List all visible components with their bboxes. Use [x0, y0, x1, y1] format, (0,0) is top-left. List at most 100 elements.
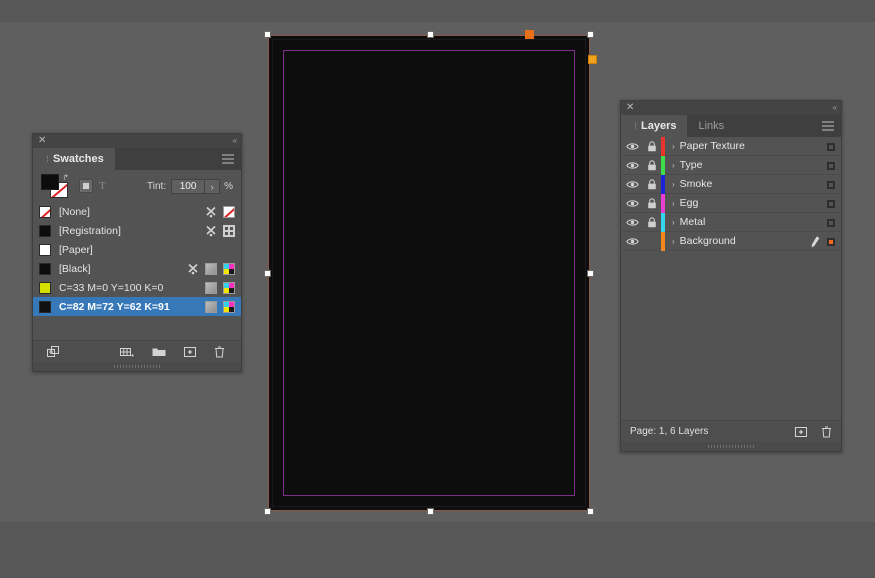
new-color-group-icon[interactable] — [120, 346, 134, 358]
chevron-right-icon[interactable]: › — [672, 180, 675, 189]
tint-dropdown-arrow-icon[interactable]: › — [205, 179, 221, 194]
chevron-right-icon[interactable]: › — [672, 218, 675, 227]
fill-stroke-proxy[interactable]: ↱ — [41, 173, 69, 198]
layer-target-indicator[interactable] — [827, 199, 835, 208]
swatches-panel-tabs[interactable]: ⋮ Swatches — [33, 148, 241, 170]
swatches-panel-resize-grip[interactable] — [33, 362, 241, 371]
new-swatch-icon[interactable] — [184, 346, 196, 358]
visibility-eye-icon[interactable] — [621, 161, 643, 170]
cmyk-process-color-icon[interactable] — [223, 281, 235, 294]
layers-footer-toolbar[interactable]: Page: 1, 6 Layers — [621, 420, 841, 442]
layers-panel[interactable]: ✕ « ⋮ Layers Links › Paper Texture › Type › S… — [620, 100, 842, 452]
swatch-row[interactable]: [Registration] — [33, 221, 241, 240]
selection-handle-bottom-right[interactable] — [587, 508, 594, 515]
tint-control[interactable]: Tint: 100 › % — [147, 179, 233, 194]
tab-links[interactable]: Links — [687, 115, 735, 137]
selection-handle-top-left[interactable] — [264, 31, 271, 38]
selection-handle-middle-left[interactable] — [264, 270, 271, 277]
layers-panel-resize-grip[interactable] — [621, 442, 841, 451]
layer-target-indicator[interactable] — [827, 237, 835, 246]
swatches-panel-titlebar[interactable]: ✕ « — [33, 134, 241, 148]
lock-closed-icon[interactable] — [643, 140, 661, 152]
swatch-color-chip[interactable] — [39, 243, 51, 256]
chevron-right-icon[interactable]: › — [672, 199, 675, 208]
lock-closed-icon[interactable] — [643, 178, 661, 190]
swatch-tool-icon[interactable] — [205, 225, 217, 237]
layers-panel-titlebar[interactable]: ✕ « — [621, 101, 841, 115]
layer-row[interactable]: › Paper Texture — [621, 137, 841, 156]
gradient-swatch-icon[interactable] — [205, 262, 217, 275]
swap-fill-stroke-icon[interactable]: ↱ — [62, 173, 69, 182]
gradient-swatch-icon[interactable] — [205, 300, 217, 313]
layer-target-indicator[interactable] — [827, 180, 835, 189]
delete-swatch-icon[interactable] — [214, 346, 225, 358]
swatch-row[interactable]: C=33 M=0 Y=100 K=0 — [33, 278, 241, 297]
swatch-row[interactable]: [Black] — [33, 259, 241, 278]
visibility-eye-icon[interactable] — [621, 218, 643, 227]
lock-closed-icon[interactable] — [643, 159, 661, 171]
tab-swatches[interactable]: ⋮ Swatches — [33, 148, 115, 170]
fill-swatch[interactable] — [41, 174, 59, 190]
pen-edit-icon[interactable] — [809, 235, 822, 248]
layer-target-indicator[interactable] — [827, 161, 835, 170]
visibility-eye-icon[interactable] — [621, 142, 643, 151]
visibility-eye-icon[interactable] — [621, 199, 643, 208]
swatch-row[interactable]: [None] — [33, 202, 241, 221]
swatch-color-chip[interactable] — [39, 224, 51, 237]
new-layer-icon[interactable] — [795, 426, 807, 438]
layer-row[interactable]: › Metal — [621, 212, 841, 232]
selection-handle-top-center[interactable] — [427, 31, 434, 38]
show-swatch-groups-icon[interactable] — [47, 345, 59, 358]
close-icon[interactable]: ✕ — [38, 136, 46, 146]
selection-handle-bottom-center[interactable] — [427, 508, 434, 515]
layer-row[interactable]: › Background — [621, 231, 841, 251]
cmyk-process-color-icon[interactable] — [223, 262, 235, 275]
new-swatch-folder-icon[interactable] — [152, 346, 166, 357]
swatch-color-chip[interactable] — [39, 205, 51, 218]
selection-handle-middle-right[interactable] — [587, 270, 594, 277]
chevron-right-icon[interactable]: › — [672, 161, 675, 170]
layer-row[interactable]: › Egg — [621, 193, 841, 213]
swatches-controls-row[interactable]: ↱ T Tint: 100 › % — [33, 170, 241, 202]
swatch-row[interactable]: [Paper] — [33, 240, 241, 259]
gradient-swatch-icon[interactable] — [205, 281, 217, 294]
swatch-color-chip[interactable] — [39, 281, 51, 294]
chevron-right-icon[interactable]: › — [672, 142, 675, 151]
none-swatch-icon[interactable] — [223, 205, 235, 218]
cmyk-process-color-icon[interactable] — [223, 300, 235, 313]
swatch-tool-icon[interactable] — [187, 263, 199, 275]
selection-handle-top-right[interactable] — [587, 31, 594, 38]
lock-closed-icon[interactable] — [643, 197, 661, 209]
registration-swatch-icon[interactable] — [223, 224, 235, 237]
layers-list[interactable]: › Paper Texture › Type › Smoke › Egg › Metal › Back… — [621, 137, 841, 402]
chevron-right-icon[interactable]: › — [672, 237, 675, 246]
tab-layers[interactable]: ⋮ Layers — [621, 115, 688, 137]
layers-panel-tabs[interactable]: ⋮ Layers Links — [621, 115, 841, 137]
lock-closed-icon[interactable] — [643, 216, 661, 228]
layer-target-indicator[interactable] — [827, 218, 835, 227]
selection-handle-bottom-left[interactable] — [264, 508, 271, 515]
corner-options-handle-yellow[interactable] — [588, 55, 597, 64]
swatches-footer-toolbar[interactable] — [33, 340, 241, 362]
swatches-panel[interactable]: ✕ « ⋮ Swatches ↱ T Tint: 100 › % [None] … — [32, 133, 242, 372]
swatches-list[interactable]: [None] [Registration] [Paper] [Black] C=33 M… — [33, 202, 241, 350]
swatch-row[interactable]: C=82 M=72 Y=62 K=91 — [33, 297, 241, 316]
document-page-selection[interactable] — [264, 30, 597, 515]
delete-layer-icon[interactable] — [821, 426, 832, 438]
anchor-point-orange[interactable] — [525, 30, 534, 39]
tint-input[interactable]: 100 — [171, 179, 206, 194]
formatting-affects-container-icon[interactable] — [79, 179, 93, 193]
collapse-icon[interactable]: « — [233, 137, 238, 145]
swatch-tool-icon[interactable] — [205, 206, 217, 218]
hamburger-menu-icon[interactable] — [822, 121, 834, 131]
swatch-color-chip[interactable] — [39, 262, 51, 275]
swatch-color-chip[interactable] — [39, 300, 51, 313]
visibility-eye-icon[interactable] — [621, 180, 643, 189]
collapse-icon[interactable]: « — [833, 104, 838, 112]
document-page[interactable] — [268, 35, 590, 511]
hamburger-menu-icon[interactable] — [222, 154, 234, 164]
layer-row[interactable]: › Type — [621, 155, 841, 175]
layer-target-indicator[interactable] — [827, 142, 835, 151]
formatting-affects-text-icon[interactable]: T — [99, 180, 106, 192]
visibility-eye-icon[interactable] — [621, 237, 643, 246]
